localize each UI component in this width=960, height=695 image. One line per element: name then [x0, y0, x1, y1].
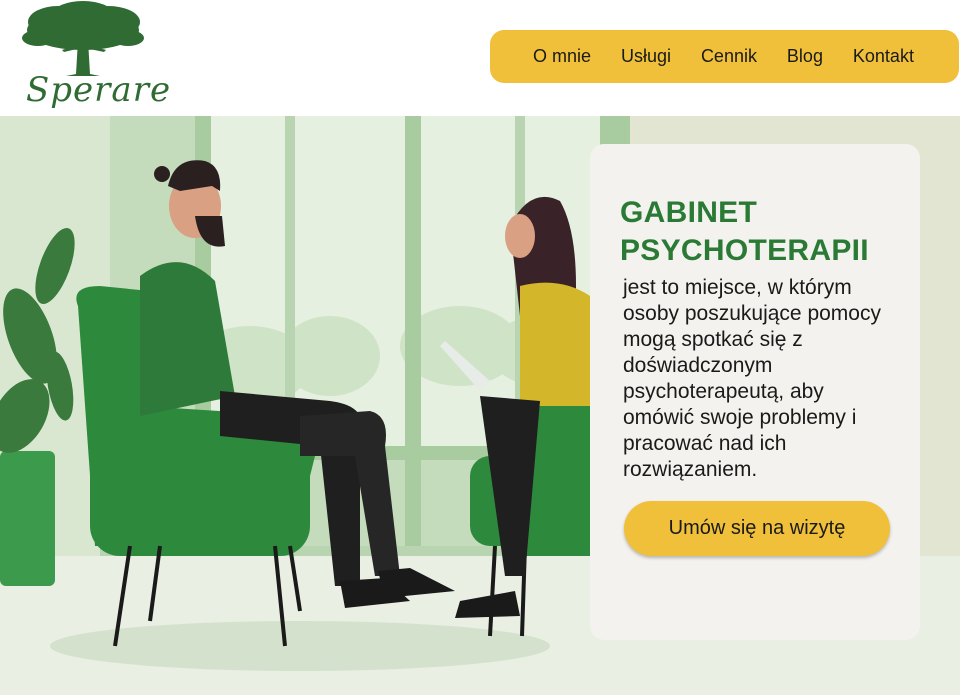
page-title: GABINET PSYCHOTERAPII [620, 194, 920, 270]
nav-item-blog[interactable]: Blog [787, 46, 823, 67]
main-nav: O mnie Usługi Cennik Blog Kontakt [490, 30, 959, 83]
site-header: Sperare O mnie Usługi Cennik Blog Kontak… [0, 0, 960, 116]
title-line-2: PSYCHOTERAPII [620, 234, 869, 267]
book-appointment-button[interactable]: Umów się na wizytę [624, 501, 890, 556]
brand-name[interactable]: Sperare [26, 70, 171, 110]
nav-item-uslugi[interactable]: Usługi [621, 46, 671, 67]
nav-item-o-mnie[interactable]: O mnie [533, 46, 591, 67]
title-line-1: GABINET [620, 196, 758, 229]
nav-item-cennik[interactable]: Cennik [701, 46, 757, 67]
tree-icon [22, 1, 144, 76]
intro-description: jest to miejsce, w którym osoby poszukuj… [623, 276, 881, 481]
nav-item-kontakt[interactable]: Kontakt [853, 46, 914, 67]
